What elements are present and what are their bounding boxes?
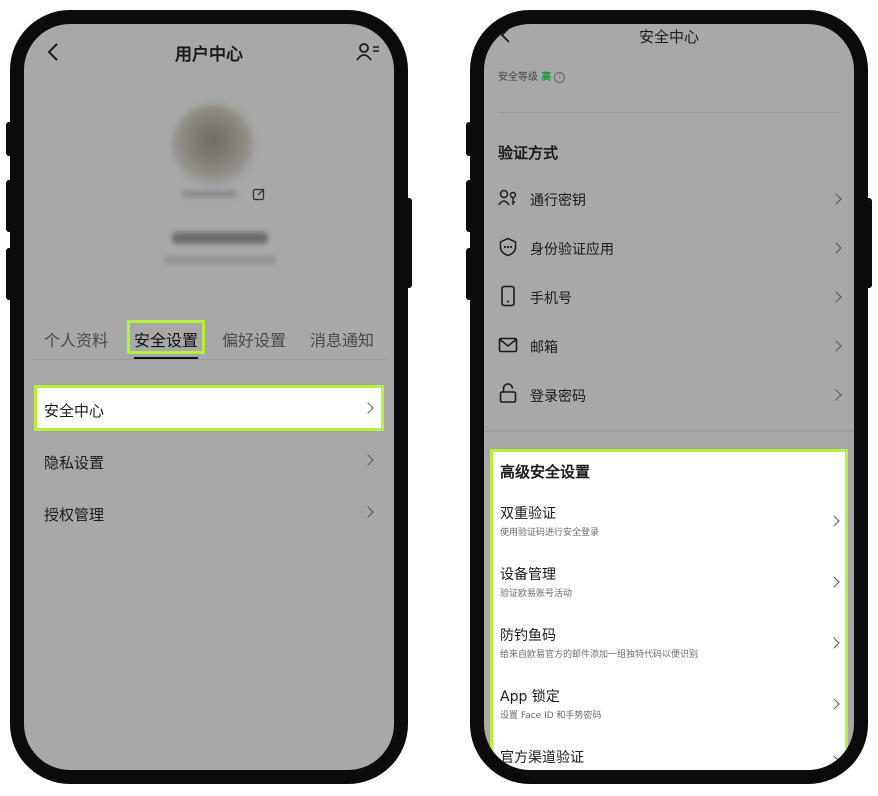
- phone-side-button: [466, 248, 474, 300]
- switch-account-icon[interactable]: [356, 42, 380, 62]
- section-divider: [484, 430, 854, 432]
- verify-item-authenticator[interactable]: 身份验证应用: [498, 231, 844, 267]
- verify-item-label: 身份验证应用: [530, 242, 614, 258]
- passkey-icon: [498, 188, 518, 208]
- left-phone: 用户中心 个人资料 安全设置 偏好设置 消息通知 安全中心 隐私设置 授权管理: [6, 10, 412, 784]
- verify-item-label: 手机号: [530, 291, 572, 307]
- phone-side-button: [6, 248, 14, 300]
- chevron-right-icon: [830, 193, 842, 205]
- avatar[interactable]: [172, 104, 254, 186]
- verify-item-label: 登录密码: [530, 389, 586, 405]
- phone-side-button: [404, 198, 412, 288]
- advanced-section-highlight: [490, 449, 848, 770]
- phone-side-button: [864, 198, 872, 288]
- menu-item-highlight: [34, 385, 384, 431]
- verify-item-password[interactable]: 登录密码: [498, 378, 844, 414]
- mail-icon: [498, 337, 518, 353]
- phone-icon: [500, 285, 516, 307]
- chevron-right-icon: [830, 291, 842, 303]
- verify-section-title: 验证方式: [498, 144, 559, 162]
- info-icon[interactable]: i: [554, 71, 566, 83]
- menu-item-authorization[interactable]: 授权管理: [36, 494, 382, 534]
- tab-notifications[interactable]: 消息通知: [310, 327, 374, 351]
- chevron-right-icon: [830, 340, 842, 352]
- chevron-right-icon: [830, 389, 842, 401]
- level-divider: [498, 112, 840, 113]
- security-level-text: 安全等级: [498, 72, 538, 83]
- menu-item-label: 隐私设置: [44, 454, 105, 472]
- email-blurred: [164, 256, 276, 264]
- edit-icon[interactable]: [252, 187, 266, 201]
- page-title: 用户中心: [175, 45, 243, 65]
- verify-item-label: 通行密钥: [530, 193, 586, 209]
- tab-security-highlight: [127, 320, 205, 354]
- chevron-right-icon: [362, 506, 374, 518]
- verify-item-label: 邮箱: [530, 340, 558, 356]
- chevron-right-icon: [362, 454, 374, 466]
- menu-item-label: 授权管理: [44, 506, 105, 524]
- tabs-divider: [32, 359, 386, 360]
- right-screen: 安全中心 安全等级 高 i 验证方式 通行密钥 身份验证应用 手机号 邮箱 登录…: [484, 24, 854, 770]
- phone-side-button: [466, 122, 474, 156]
- verify-item-phone[interactable]: 手机号: [498, 280, 844, 316]
- unlock-icon: [499, 382, 517, 404]
- tab-preferences[interactable]: 偏好设置: [222, 327, 286, 351]
- security-level-value: 高: [541, 72, 552, 83]
- verify-item-passkey[interactable]: 通行密钥: [498, 182, 844, 218]
- menu-item-privacy[interactable]: 隐私设置: [36, 442, 382, 482]
- user-id-blurred: [182, 190, 238, 198]
- right-phone: 安全中心 安全等级 高 i 验证方式 通行密钥 身份验证应用 手机号 邮箱 登录…: [466, 10, 872, 784]
- phone-side-button: [6, 180, 14, 232]
- verify-item-email[interactable]: 邮箱: [498, 329, 844, 365]
- shield-icon: [498, 237, 518, 257]
- phone-side-button: [6, 122, 14, 156]
- username-blurred: [172, 232, 268, 244]
- phone-side-button: [466, 180, 474, 232]
- tab-profile[interactable]: 个人资料: [44, 327, 108, 351]
- security-level-label: 安全等级 高 i: [498, 68, 566, 83]
- left-screen: 用户中心 个人资料 安全设置 偏好设置 消息通知 安全中心 隐私设置 授权管理: [24, 24, 394, 770]
- page-title: 安全中心: [638, 28, 699, 46]
- chevron-right-icon: [830, 242, 842, 254]
